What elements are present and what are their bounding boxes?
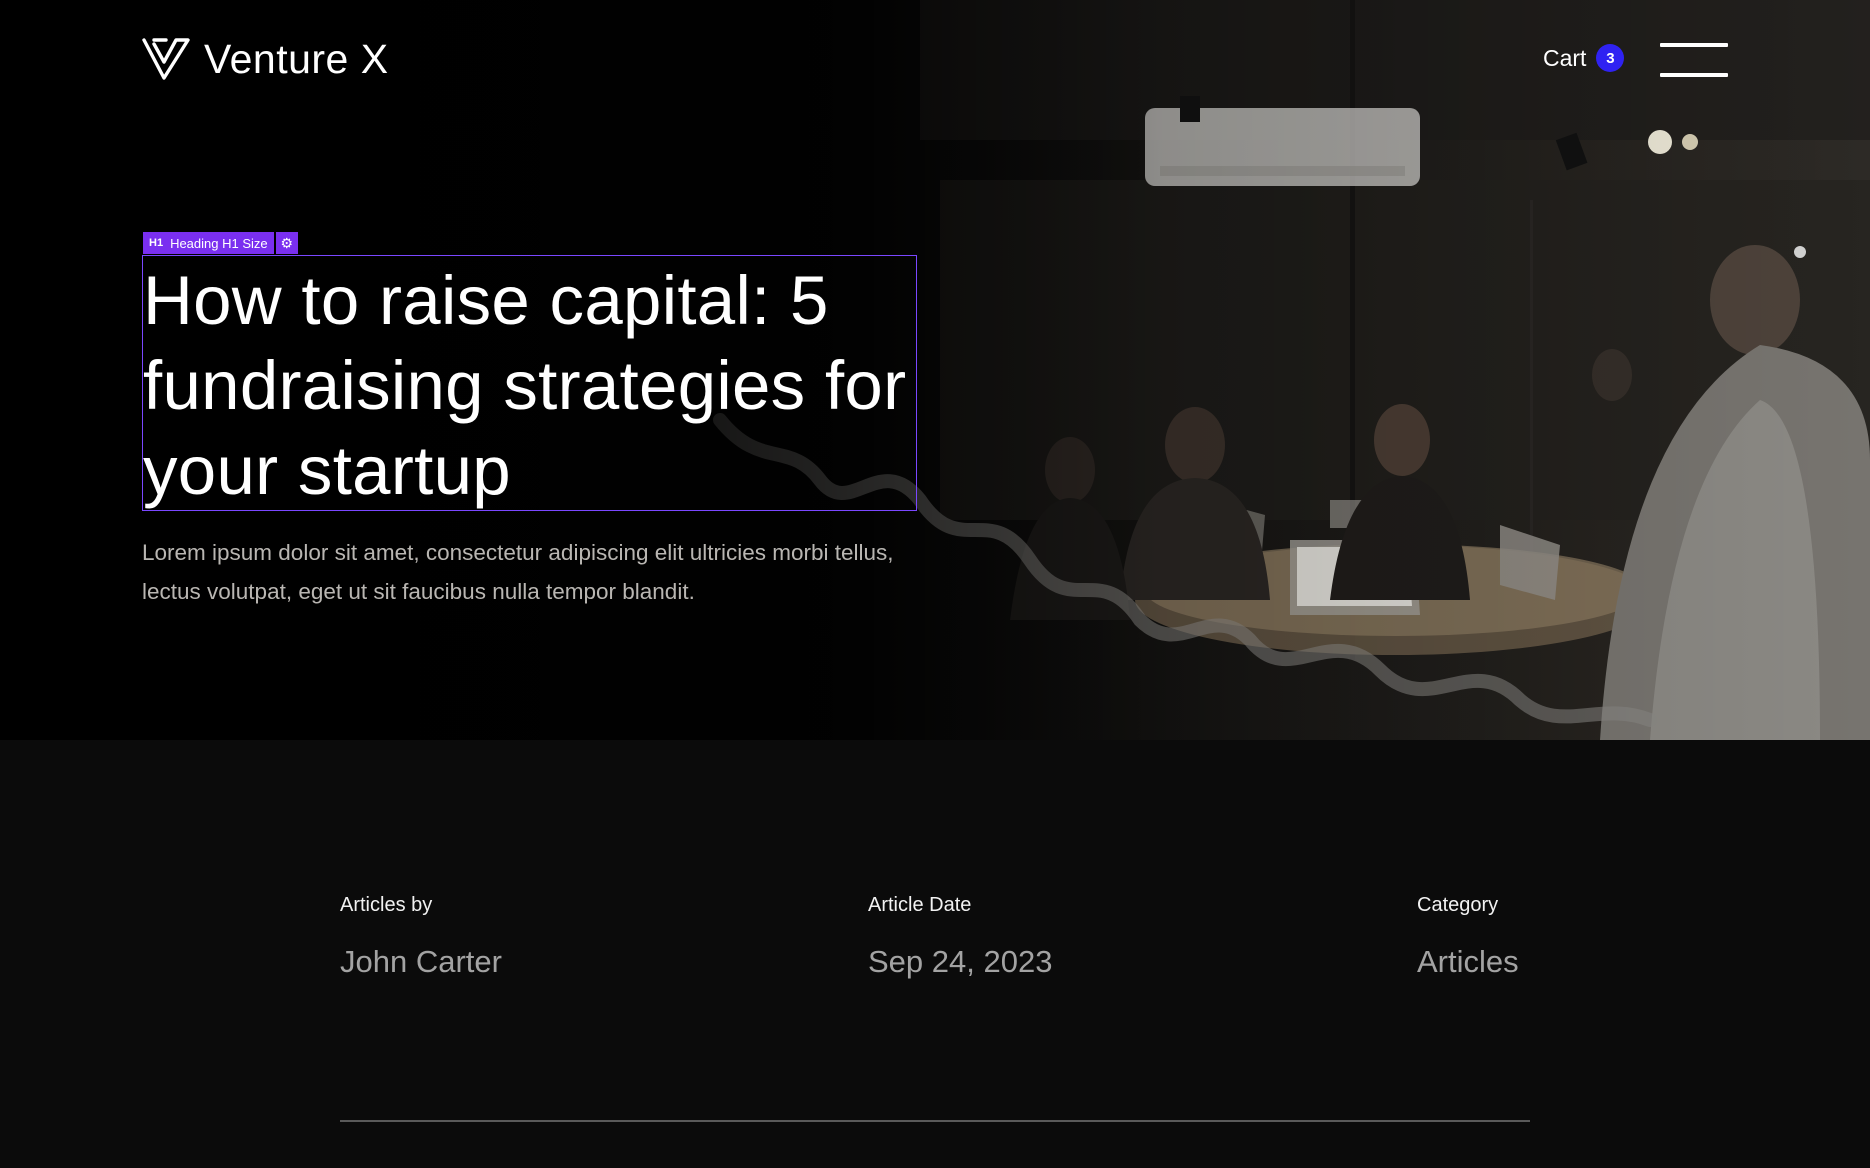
author-value: John Carter <box>340 944 502 979</box>
editor-tag-prefix: H1 <box>149 237 164 249</box>
cart-count-badge: 3 <box>1596 44 1625 72</box>
editor-element-tag[interactable]: H1 Heading H1 Size ⚙ <box>143 232 298 254</box>
logo-text: Venture X <box>204 36 389 82</box>
hero-description: Lorem ipsum dolor sit amet, consectetur … <box>142 540 894 604</box>
editor-tag-label-box[interactable]: H1 Heading H1 Size <box>143 232 274 254</box>
section-divider <box>340 1120 1530 1122</box>
cart-label: Cart <box>1543 44 1587 71</box>
gear-icon[interactable]: ⚙ <box>275 232 298 254</box>
author-label: Articles by <box>340 894 433 916</box>
date-label: Article Date <box>868 894 972 916</box>
cart-button[interactable]: Cart 3 <box>1543 44 1625 72</box>
logo-link[interactable]: Venture X <box>142 36 389 82</box>
meta-author: Articles by John Carter <box>340 892 502 982</box>
page-title[interactable]: How to raise capital: 5 fundraising stra… <box>143 258 923 513</box>
menu-line-top <box>1660 43 1728 47</box>
venture-x-logo-icon <box>142 38 190 80</box>
site-header: Venture X Cart 3 <box>0 0 1870 120</box>
category-value[interactable]: Articles <box>1417 942 1519 982</box>
hamburger-menu-icon[interactable] <box>1660 43 1728 77</box>
date-value: Sep 24, 2023 <box>868 944 1053 979</box>
editor-tag-label: Heading H1 Size <box>170 235 268 251</box>
meta-date: Article Date Sep 24, 2023 <box>868 892 1052 982</box>
meta-category: Category Articles <box>1417 892 1519 982</box>
category-label: Category <box>1417 894 1499 916</box>
menu-line-bottom <box>1660 73 1728 77</box>
page: Venture X Cart 3 H1 Heading H1 Size ⚙ Ho… <box>0 0 1870 1168</box>
